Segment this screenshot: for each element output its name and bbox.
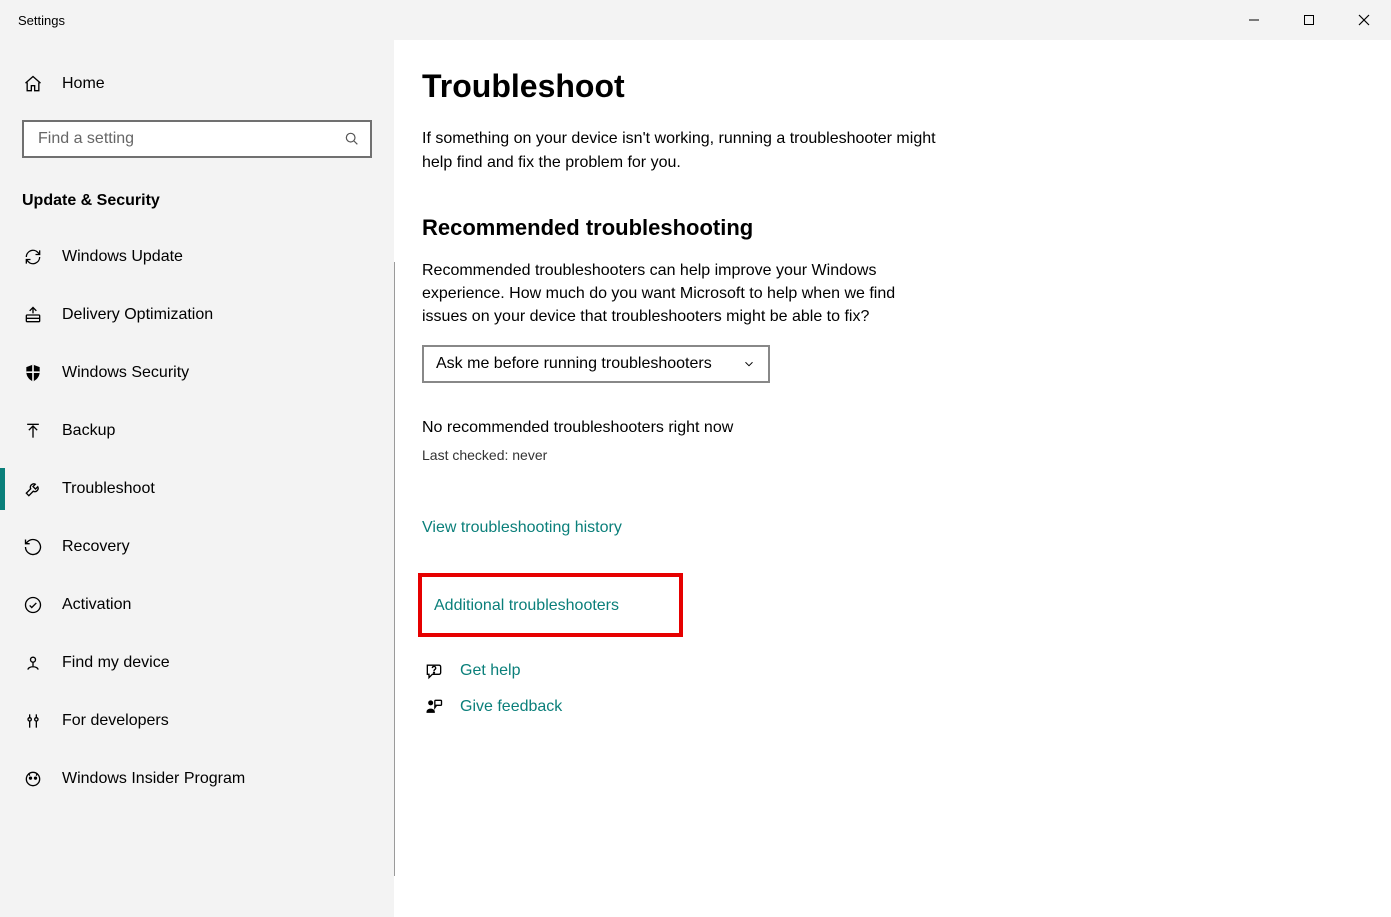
get-help-row[interactable]: Get help bbox=[422, 661, 1034, 681]
sidebar-item-activation[interactable]: Activation bbox=[0, 576, 394, 634]
page-title: Troubleshoot bbox=[422, 68, 1034, 105]
sidebar-item-label: Recovery bbox=[62, 538, 130, 556]
give-feedback-label: Give feedback bbox=[460, 698, 562, 716]
dropdown-value: Ask me before running troubleshooters bbox=[436, 355, 712, 373]
sidebar-item-label: Find my device bbox=[62, 654, 170, 672]
sidebar-item-windows-security[interactable]: Windows Security bbox=[0, 344, 394, 402]
page-description: If something on your device isn't workin… bbox=[422, 127, 942, 175]
no-recommended-text: No recommended troubleshooters right now bbox=[422, 419, 1034, 437]
sidebar-item-label: Delivery Optimization bbox=[62, 306, 213, 324]
titlebar: Settings bbox=[0, 0, 1391, 40]
sidebar-item-label: Troubleshoot bbox=[62, 480, 155, 498]
sidebar-item-label: For developers bbox=[62, 712, 169, 730]
location-icon bbox=[22, 653, 44, 673]
delivery-icon bbox=[22, 305, 44, 325]
sidebar-item-label: Windows Update bbox=[62, 248, 183, 266]
sidebar-item-find-my-device[interactable]: Find my device bbox=[0, 634, 394, 692]
window-title: Settings bbox=[0, 13, 65, 28]
help-icon bbox=[422, 661, 446, 681]
additional-troubleshooters-link[interactable]: Additional troubleshooters bbox=[434, 597, 619, 615]
sidebar-item-backup[interactable]: Backup bbox=[0, 402, 394, 460]
recommended-heading: Recommended troubleshooting bbox=[422, 215, 1034, 241]
developers-icon bbox=[22, 711, 44, 731]
maximize-button[interactable] bbox=[1281, 0, 1336, 40]
sidebar-item-label: Windows Insider Program bbox=[62, 770, 245, 788]
home-icon bbox=[22, 74, 44, 94]
give-feedback-row[interactable]: Give feedback bbox=[422, 697, 1034, 717]
recommended-description: Recommended troubleshooters can help imp… bbox=[422, 259, 942, 329]
chevron-down-icon bbox=[742, 357, 756, 371]
search-box[interactable] bbox=[22, 120, 372, 158]
sidebar-item-label: Activation bbox=[62, 596, 131, 614]
close-icon bbox=[1358, 14, 1370, 26]
section-label: Update & Security bbox=[22, 192, 394, 210]
sidebar-item-troubleshoot[interactable]: Troubleshoot bbox=[0, 460, 394, 518]
highlight-annotation: Additional troubleshooters bbox=[418, 573, 683, 637]
sidebar-item-recovery[interactable]: Recovery bbox=[0, 518, 394, 576]
sidebar-item-delivery-optimization[interactable]: Delivery Optimization bbox=[0, 286, 394, 344]
shield-icon bbox=[22, 363, 44, 383]
sidebar-item-windows-insider[interactable]: Windows Insider Program bbox=[0, 750, 394, 808]
sidebar-item-for-developers[interactable]: For developers bbox=[0, 692, 394, 750]
get-help-label: Get help bbox=[460, 662, 520, 680]
content-area: Troubleshoot If something on your device… bbox=[394, 40, 1391, 917]
sidebar-item-label: Backup bbox=[62, 422, 115, 440]
sidebar-item-windows-update[interactable]: Windows Update bbox=[0, 228, 394, 286]
view-history-link[interactable]: View troubleshooting history bbox=[422, 519, 622, 537]
troubleshoot-preference-dropdown[interactable]: Ask me before running troubleshooters bbox=[422, 345, 770, 383]
sidebar-item-label: Windows Security bbox=[62, 364, 189, 382]
close-button[interactable] bbox=[1336, 0, 1391, 40]
minimize-button[interactable] bbox=[1226, 0, 1281, 40]
search-icon bbox=[344, 131, 360, 147]
home-button[interactable]: Home bbox=[0, 62, 394, 106]
nav-list: Windows Update Delivery Optimization Win… bbox=[0, 228, 394, 808]
minimize-icon bbox=[1248, 14, 1260, 26]
backup-icon bbox=[22, 421, 44, 441]
maximize-icon bbox=[1303, 14, 1315, 26]
scroll-indicator[interactable] bbox=[394, 262, 395, 876]
last-checked-text: Last checked: never bbox=[422, 447, 1034, 463]
insider-icon bbox=[22, 769, 44, 789]
recovery-icon bbox=[22, 537, 44, 557]
feedback-icon bbox=[422, 697, 446, 717]
caption-buttons bbox=[1226, 0, 1391, 40]
wrench-icon bbox=[22, 479, 44, 499]
search-input[interactable] bbox=[36, 129, 344, 149]
sidebar: Home Update & Security Windows Update De… bbox=[0, 40, 394, 917]
sync-icon bbox=[22, 247, 44, 267]
home-label: Home bbox=[62, 75, 105, 93]
check-circle-icon bbox=[22, 595, 44, 615]
